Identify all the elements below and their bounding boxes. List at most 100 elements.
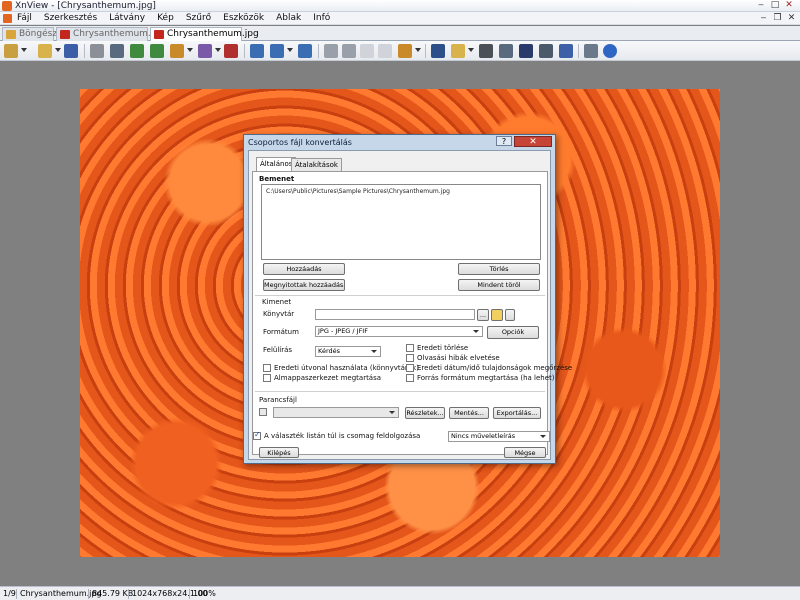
input-file-list[interactable]: C:\Users\Public\Pictures\Sample Pictures… xyxy=(261,184,541,260)
crop-icon[interactable] xyxy=(90,44,104,58)
menu-info[interactable]: Infó xyxy=(313,12,330,25)
go-button[interactable]: Kilépés xyxy=(259,447,299,458)
divider xyxy=(255,295,545,296)
resize-icon[interactable] xyxy=(110,44,124,58)
options-button[interactable]: Opciók xyxy=(487,326,539,339)
chevron-down-icon[interactable] xyxy=(21,48,27,52)
add-button[interactable]: Hozzáadás xyxy=(263,263,345,275)
adjust-icon[interactable] xyxy=(170,44,184,58)
save-icon[interactable] xyxy=(64,44,78,58)
minimize-button[interactable]: ‒ xyxy=(754,0,768,11)
input-heading: Bemenet xyxy=(259,175,295,183)
effects-icon[interactable] xyxy=(198,44,212,58)
app-icon xyxy=(2,1,12,11)
format-label: Formátum xyxy=(263,328,299,336)
toolbar-separator xyxy=(84,44,85,58)
find-icon[interactable] xyxy=(479,44,493,58)
format-select-value: JPG - JPEG / JFIF xyxy=(318,327,368,335)
tab-label: Chrysanthemum.jpg xyxy=(167,29,259,39)
remove-all-button[interactable]: Mindent töröl xyxy=(458,279,540,291)
menu-window[interactable]: Ablak xyxy=(276,12,301,25)
mdi-close-button[interactable]: ✕ xyxy=(786,13,797,24)
close-button[interactable]: ✕ xyxy=(782,0,796,11)
browse-button[interactable]: ... xyxy=(477,309,489,321)
print-icon[interactable] xyxy=(499,44,513,58)
mdi-restore-button[interactable]: ❐ xyxy=(772,13,783,24)
script-checkbox[interactable] xyxy=(259,408,267,416)
menu-filter[interactable]: Szűrő xyxy=(186,12,211,25)
star-icon[interactable] xyxy=(491,309,503,321)
rotate-left-icon[interactable] xyxy=(130,44,144,58)
keep-folder-structure-checkbox[interactable] xyxy=(263,374,271,382)
maximize-button[interactable]: □ xyxy=(768,0,782,11)
gear-icon[interactable] xyxy=(584,44,598,58)
save-button[interactable]: Mentés... xyxy=(449,407,489,419)
chevron-down-icon[interactable] xyxy=(55,48,61,52)
slideshow-icon[interactable] xyxy=(398,44,412,58)
mdi-minimize-button[interactable]: ‒ xyxy=(758,13,769,24)
preset-select[interactable]: Nincs műveletleírás xyxy=(448,431,550,442)
menu-edit[interactable]: Szerkesztés xyxy=(44,12,97,25)
directory-label: Könyvtár xyxy=(263,310,295,318)
zoom-in-icon[interactable] xyxy=(250,44,264,58)
tab-image-1[interactable]: Chrysanthemum.jpg xyxy=(56,27,165,41)
dialog-body: Általános Átalakítások Bemenet C:\Users\… xyxy=(248,150,572,460)
folder-icon xyxy=(6,30,16,39)
last-icon[interactable] xyxy=(378,44,392,58)
details-button[interactable]: Részletek... xyxy=(405,407,445,419)
directory-field[interactable] xyxy=(315,309,475,320)
save-as-icon[interactable] xyxy=(559,44,573,58)
chevron-down-icon[interactable] xyxy=(468,48,474,52)
chevron-down-icon[interactable] xyxy=(287,48,293,52)
next-icon[interactable] xyxy=(342,44,356,58)
status-zoom: 100% xyxy=(193,589,216,598)
delete-original-checkbox[interactable] xyxy=(406,344,414,352)
chevron-down-icon[interactable] xyxy=(187,48,193,52)
add-opened-button[interactable]: Megnyitottak hozzáadása xyxy=(263,279,345,291)
menu-tools[interactable]: Eszközök xyxy=(223,12,264,25)
remove-button[interactable]: Törlés xyxy=(458,263,540,275)
script-select[interactable] xyxy=(273,407,399,418)
output-heading: Kimenet xyxy=(262,298,292,306)
chevron-down-icon[interactable] xyxy=(215,48,221,52)
overwrite-label: Felülírás xyxy=(263,346,293,354)
color-icon[interactable] xyxy=(224,44,238,58)
overwrite-select[interactable]: Kérdés xyxy=(315,346,381,357)
chevron-down-icon[interactable] xyxy=(415,48,421,52)
tab-browser[interactable]: Böngésző xyxy=(2,27,63,41)
menu-image[interactable]: Kép xyxy=(157,12,174,25)
info-icon[interactable] xyxy=(603,44,617,58)
format-select[interactable]: JPG - JPEG / JFIF xyxy=(315,326,483,337)
keep-folder-structure-label: Almappaszerkezet megtartása xyxy=(274,374,382,382)
keep-date-label: Eredeti dátum/idő tulajdonságok megőrzés… xyxy=(417,364,573,372)
batch-icon[interactable] xyxy=(451,44,465,58)
previous-icon[interactable] xyxy=(324,44,338,58)
toolbar xyxy=(0,41,800,61)
scan-icon[interactable] xyxy=(519,44,533,58)
menu-file[interactable]: Fájl xyxy=(17,12,32,25)
browse-icon[interactable] xyxy=(4,44,18,58)
cancel-button[interactable]: Mégse xyxy=(504,447,546,458)
tab-image-2[interactable]: Chrysanthemum.jpg xyxy=(150,27,259,41)
chevron-right-icon[interactable] xyxy=(505,309,515,321)
menu-view[interactable]: Látvány xyxy=(109,12,145,25)
chevron-down-icon xyxy=(540,435,546,438)
tab-transformations[interactable]: Átalakítások xyxy=(291,158,342,171)
convert-icon[interactable] xyxy=(431,44,445,58)
help-button[interactable]: ? xyxy=(496,136,512,146)
zoom-icon[interactable] xyxy=(270,44,284,58)
first-icon[interactable] xyxy=(360,44,374,58)
export-button[interactable]: Exportálás... xyxy=(493,407,541,419)
capture-icon[interactable] xyxy=(539,44,553,58)
use-original-path-checkbox[interactable] xyxy=(263,364,271,372)
keep-source-format-checkbox[interactable] xyxy=(406,374,414,382)
input-file-item[interactable]: C:\Users\Public\Pictures\Sample Pictures… xyxy=(266,188,450,195)
keep-date-checkbox[interactable] xyxy=(406,364,414,372)
document-icon[interactable] xyxy=(3,14,12,23)
zoom-out-icon[interactable] xyxy=(298,44,312,58)
process-beyond-list-checkbox[interactable] xyxy=(253,430,261,440)
open-folder-icon[interactable] xyxy=(38,44,52,58)
rotate-right-icon[interactable] xyxy=(150,44,164,58)
dialog-close-button[interactable]: ✕ xyxy=(514,136,552,147)
ignore-read-errors-checkbox[interactable] xyxy=(406,354,414,362)
